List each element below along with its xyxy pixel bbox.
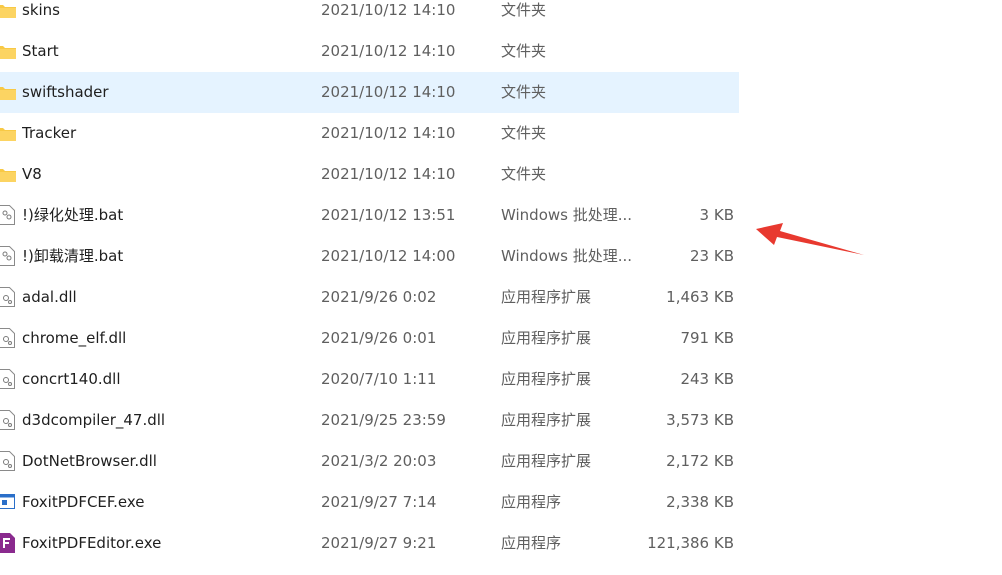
file-row-skins[interactable]: skins 2021/10/12 14:10 文件夹 [0, 0, 739, 31]
file-type: 应用程序 [501, 493, 562, 511]
file-size [640, 154, 734, 195]
file-date: 2021/10/12 14:10 [321, 165, 456, 183]
file-name: !)绿化处理.bat [22, 206, 124, 224]
file-type: 文件夹 [501, 42, 547, 60]
file-size: 23 KB [690, 247, 734, 265]
file-name: FoxitPDFCEF.exe [22, 493, 145, 511]
file-row-swiftshader[interactable]: swiftshader 2021/10/12 14:10 文件夹 [0, 72, 739, 113]
file-row-tracker[interactable]: Tracker 2021/10/12 14:10 文件夹 [0, 113, 739, 154]
file-date: 2021/9/26 0:02 [321, 288, 437, 306]
file-name: V8 [22, 165, 42, 183]
file-date: 2021/10/12 14:00 [321, 247, 456, 265]
folder-icon [0, 126, 16, 141]
file-name: Tracker [22, 124, 77, 142]
file-size [640, 0, 734, 31]
file-name: skins [22, 1, 60, 19]
file-size [640, 31, 734, 72]
folder-icon [0, 3, 16, 18]
folder-icon [0, 44, 16, 59]
file-explorer-view: skins 2021/10/12 14:10 文件夹 Start 2021/10… [0, 0, 1002, 575]
file-date: 2021/10/12 14:10 [321, 83, 456, 101]
file-name: !)卸载清理.bat [22, 247, 124, 265]
folder-icon [0, 167, 16, 182]
foxit-pdf-icon [0, 533, 15, 553]
file-size: 1,463 KB [666, 288, 734, 306]
file-type: 应用程序 [501, 534, 562, 552]
file-size: 3 KB [699, 206, 734, 224]
file-name: DotNetBrowser.dll [22, 452, 157, 470]
file-type: 应用程序扩展 [501, 411, 592, 429]
file-name: FoxitPDFEditor.exe [22, 534, 162, 552]
file-name: Start [22, 42, 59, 60]
file-date: 2021/10/12 13:51 [321, 206, 456, 224]
annotation-arrow-icon [756, 223, 864, 255]
file-row-adal-dll[interactable]: adal.dll 2021/9/26 0:02 应用程序扩展 1,463 KB [0, 277, 739, 318]
file-row-start[interactable]: Start 2021/10/12 14:10 文件夹 [0, 31, 739, 72]
file-name: swiftshader [22, 83, 109, 101]
batch-file-icon [0, 246, 15, 266]
file-type: 应用程序扩展 [501, 452, 592, 470]
file-size: 2,172 KB [666, 452, 734, 470]
file-type: 文件夹 [501, 124, 547, 142]
dll-file-icon [0, 287, 15, 307]
folder-icon [0, 85, 16, 100]
file-type: Windows 批处理... [501, 247, 633, 265]
file-type: 应用程序扩展 [501, 288, 592, 306]
file-size: 2,338 KB [666, 493, 734, 511]
file-date: 2021/9/27 9:21 [321, 534, 437, 552]
file-size: 3,573 KB [666, 411, 734, 429]
file-row-d3dcompiler-dll[interactable]: d3dcompiler_47.dll 2021/9/25 23:59 应用程序扩… [0, 400, 739, 441]
file-date: 2021/3/2 20:03 [321, 452, 437, 470]
file-name: adal.dll [22, 288, 77, 306]
file-date: 2021/9/27 7:14 [321, 493, 437, 511]
dll-file-icon [0, 451, 15, 471]
file-type: 文件夹 [501, 1, 547, 19]
file-row-foxitpdfeditor-exe[interactable]: FoxitPDFEditor.exe 2021/9/27 9:21 应用程序 1… [0, 523, 739, 564]
file-list: skins 2021/10/12 14:10 文件夹 Start 2021/10… [0, 0, 740, 564]
file-date: 2021/9/26 0:01 [321, 329, 437, 347]
file-type: Windows 批处理... [501, 206, 633, 224]
dll-file-icon [0, 369, 15, 389]
file-size [640, 113, 734, 154]
file-row-chrome-elf-dll[interactable]: chrome_elf.dll 2021/9/26 0:01 应用程序扩展 791… [0, 318, 739, 359]
file-type: 应用程序扩展 [501, 370, 592, 388]
file-size [640, 72, 734, 113]
file-name: d3dcompiler_47.dll [22, 411, 166, 429]
file-row-uninstall-bat[interactable]: !)卸载清理.bat 2021/10/12 14:00 Windows 批处理.… [0, 236, 739, 277]
file-row-foxitpdfcef-exe[interactable]: FoxitPDFCEF.exe 2021/9/27 7:14 应用程序 2,33… [0, 482, 739, 523]
file-row-green-bat[interactable]: !)绿化处理.bat 2021/10/12 13:51 Windows 批处理.… [0, 195, 739, 236]
file-date: 2021/10/12 14:10 [321, 42, 456, 60]
file-name: chrome_elf.dll [22, 329, 127, 347]
file-type: 应用程序扩展 [501, 329, 592, 347]
file-size: 121,386 KB [647, 534, 734, 552]
dll-file-icon [0, 328, 15, 348]
file-size: 243 KB [680, 370, 734, 388]
file-date: 2021/10/12 14:10 [321, 1, 456, 19]
file-date: 2021/10/12 14:10 [321, 124, 456, 142]
file-row-v8[interactable]: V8 2021/10/12 14:10 文件夹 [0, 154, 739, 195]
application-icon [0, 494, 15, 509]
file-date: 2020/7/10 1:11 [321, 370, 437, 388]
file-row-dotnetbrowser-dll[interactable]: DotNetBrowser.dll 2021/3/2 20:03 应用程序扩展 … [0, 441, 739, 482]
file-type: 文件夹 [501, 165, 547, 183]
dll-file-icon [0, 410, 15, 430]
file-size: 791 KB [680, 329, 734, 347]
file-row-concrt140-dll[interactable]: concrt140.dll 2020/7/10 1:11 应用程序扩展 243 … [0, 359, 739, 400]
file-type: 文件夹 [501, 83, 547, 101]
file-date: 2021/9/25 23:59 [321, 411, 446, 429]
file-name: concrt140.dll [22, 370, 121, 388]
batch-file-icon [0, 205, 15, 225]
